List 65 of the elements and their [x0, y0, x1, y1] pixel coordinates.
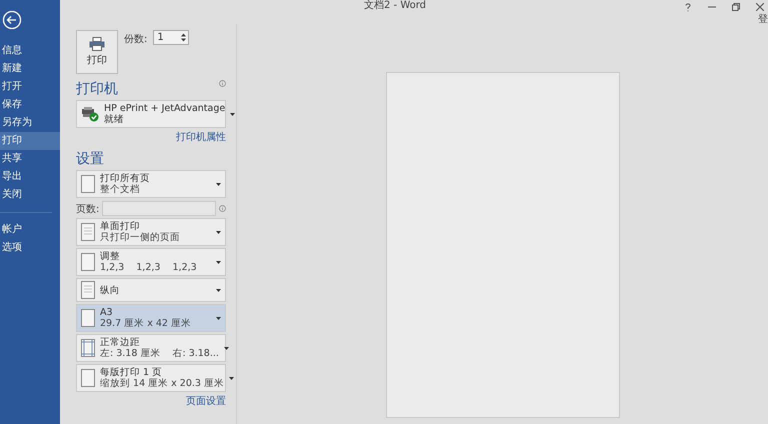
page-icon [81, 281, 95, 299]
copies-label: 份数: [124, 33, 148, 46]
dropdown-title: 正常边距 [100, 337, 141, 348]
dropdown-title: 打印所有页 [100, 173, 151, 184]
dropdown-title: 每版打印 1 页 [100, 367, 164, 378]
dropdown-title: 纵向 [100, 284, 121, 296]
dropdown-title: A3 [100, 307, 114, 318]
sidebar-item[interactable]: 帐户 [0, 221, 60, 239]
page-icon [81, 175, 95, 193]
page-icon [81, 369, 95, 387]
sidebar-item[interactable]: 打印 [0, 132, 60, 150]
printer-name: HP ePrint + JetAdvantage [104, 103, 226, 114]
settings-dropdown[interactable]: 打印所有页 整个文档 [76, 170, 226, 198]
print-button[interactable]: 打印 [76, 30, 118, 74]
page-icon [81, 223, 95, 241]
sidebar-item[interactable]: 选项 [0, 239, 60, 257]
sidebar-item[interactable]: 另存为 [0, 114, 60, 132]
restore-icon[interactable] [732, 3, 740, 11]
printer-icon [89, 37, 105, 51]
page-icon [81, 309, 95, 327]
sidebar-item[interactable]: 导出 [0, 168, 60, 186]
caret-icon [216, 316, 221, 320]
dropdown-subtitle: 缩放到 14 厘米 x 20.3 厘米 [100, 378, 224, 389]
caret-icon [230, 112, 236, 116]
printer-properties-link[interactable]: 打印机属性 [176, 130, 226, 144]
sidebar-item[interactable]: 共享 [0, 150, 60, 168]
dropdown-subtitle: 只打印一侧的页面 [100, 232, 181, 243]
page-setup-link[interactable]: 页面设置 [186, 394, 226, 408]
caret-icon [216, 260, 221, 264]
info-icon[interactable] [219, 80, 226, 87]
settings-dropdown[interactable]: 正常边距 左: 3.18 厘米 右: 3.18... [76, 334, 226, 362]
spinner-arrows-icon[interactable] [181, 33, 186, 42]
page-icon [81, 339, 95, 357]
caret-icon [216, 182, 221, 186]
dropdown-subtitle: 整个文档 [100, 184, 141, 195]
settings-dropdown[interactable]: 单面打印 只打印一侧的页面 [76, 218, 226, 246]
sidebar-item[interactable]: 关闭 [0, 186, 60, 204]
sign-in-link[interactable]: 登 [758, 12, 768, 24]
sidebar-item[interactable]: 打开 [0, 78, 60, 96]
settings-dropdown[interactable]: A3 29.7 厘米 x 42 厘米 [76, 304, 226, 332]
printer-status: 就绪 [104, 114, 125, 125]
pages-input-field[interactable] [102, 200, 216, 216]
dropdown-title: 调整 [100, 251, 121, 262]
copies-spinner[interactable]: 1 [153, 30, 190, 45]
printer-ready-icon [81, 106, 99, 122]
settings-dropdown[interactable]: 调整 1,2,3 1,2,3 1,2,3 [76, 248, 226, 276]
dropdown-subtitle: 29.7 厘米 x 42 厘米 [100, 318, 192, 329]
sidebar-item[interactable]: 新建 [0, 60, 60, 78]
dropdown-title: 单面打印 [100, 221, 141, 232]
close-icon[interactable] [756, 3, 764, 11]
dropdown-subtitle: 1,2,3 1,2,3 1,2,3 [100, 262, 198, 273]
caret-icon [228, 376, 234, 380]
pages-label: 页数: [76, 203, 100, 216]
settings-dropdown[interactable]: 纵向 [76, 278, 226, 302]
info-icon[interactable] [219, 204, 226, 212]
caret-icon [216, 230, 221, 234]
caret-icon [224, 346, 229, 350]
page-icon [81, 253, 95, 271]
printer-heading: 打印机 [76, 80, 118, 98]
sidebar-item[interactable]: 信息 [0, 42, 60, 60]
caret-icon [216, 288, 221, 292]
dropdown-subtitle: 左: 3.18 厘米 右: 3.18... [100, 348, 219, 359]
help-icon[interactable] [684, 2, 692, 12]
sidebar-item[interactable]: 保存 [0, 96, 60, 114]
settings-heading: 设置 [76, 150, 104, 168]
